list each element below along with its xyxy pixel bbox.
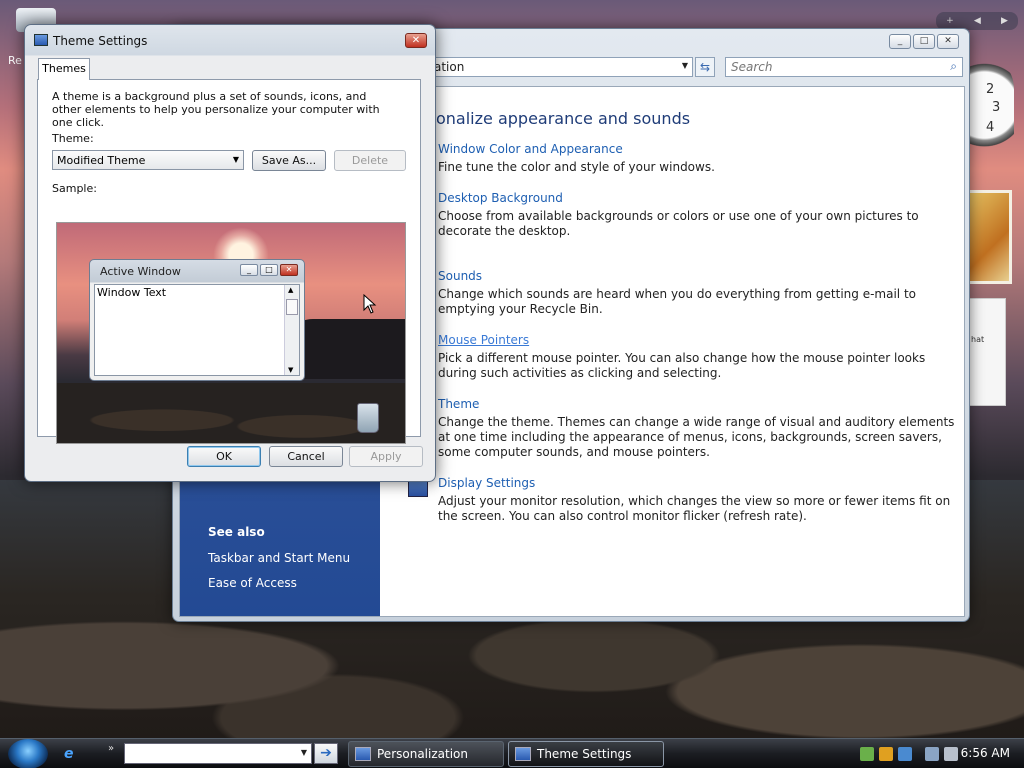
scroll-thumb bbox=[286, 299, 298, 315]
taskbar-button-label: Theme Settings bbox=[537, 747, 632, 761]
chevron-down-icon[interactable]: ▼ bbox=[682, 61, 688, 70]
clock-number: 4 bbox=[986, 120, 995, 135]
theme-select-value: Modified Theme bbox=[57, 154, 146, 167]
arrow-right-icon: ➔ bbox=[320, 745, 332, 761]
theme-sample-preview: Active Window _ □ ✕ Window Text ▲ ▼ bbox=[56, 222, 406, 444]
desktop-icon-label[interactable]: Re bbox=[8, 54, 22, 67]
task-desc: Fine tune the color and style of your wi… bbox=[438, 160, 715, 174]
refresh-icon: ⇆ bbox=[699, 60, 711, 74]
task-desktop-background: Desktop Background Choose from available… bbox=[438, 191, 958, 239]
theme-select[interactable]: Modified Theme ▼ bbox=[52, 150, 244, 170]
close-icon: ✕ bbox=[411, 35, 421, 46]
start-button[interactable] bbox=[8, 739, 48, 768]
active-window-preview: Active Window _ □ ✕ Window Text ▲ ▼ bbox=[89, 259, 305, 381]
clock-number: 3 bbox=[992, 100, 1001, 115]
task-desc: Change the theme. Themes can change a wi… bbox=[438, 415, 955, 459]
taskbar-button-theme-settings[interactable]: Theme Settings bbox=[508, 741, 664, 767]
theme-settings-icon bbox=[34, 34, 48, 46]
intro-text: A theme is a background plus a set of so… bbox=[52, 90, 380, 129]
close-button[interactable]: ✕ bbox=[405, 33, 427, 48]
sample-label: Sample: bbox=[52, 182, 97, 195]
address-text: ation bbox=[434, 60, 465, 74]
see-also-title: See also bbox=[208, 525, 265, 539]
task-display-settings: Display Settings Adjust your monitor res… bbox=[438, 476, 958, 524]
search-go-button[interactable]: ➔ bbox=[314, 743, 338, 764]
save-as-button[interactable]: Save As... bbox=[252, 150, 326, 171]
task-desc: Choose from available backgrounds or col… bbox=[438, 209, 919, 238]
task-link[interactable]: Sounds bbox=[438, 269, 958, 283]
page-title: onalize appearance and sounds bbox=[436, 109, 691, 128]
volume-icon[interactable] bbox=[944, 747, 958, 761]
search-placeholder: Search bbox=[731, 60, 773, 74]
personalization-icon bbox=[355, 747, 371, 761]
dialog-title: Theme Settings bbox=[53, 34, 148, 48]
delete-button[interactable]: Delete bbox=[334, 150, 406, 171]
search-box[interactable]: Search ⌕ bbox=[725, 57, 963, 77]
link-ease-of-access[interactable]: Ease of Access bbox=[208, 576, 297, 590]
chevron-down-icon[interactable]: ▼ bbox=[233, 155, 239, 164]
task-link[interactable]: Mouse Pointers bbox=[438, 333, 958, 347]
close-icon: ✕ bbox=[280, 264, 298, 276]
maximize-icon: □ bbox=[260, 264, 278, 276]
recycle-bin-icon bbox=[357, 403, 379, 433]
ok-button[interactable]: OK bbox=[187, 446, 261, 467]
refresh-button[interactable]: ⇆ bbox=[695, 57, 715, 77]
tray-icon[interactable] bbox=[860, 747, 874, 761]
chevron-down-icon[interactable]: ▼ bbox=[301, 748, 307, 757]
slideshow-gadget[interactable] bbox=[966, 190, 1012, 284]
themes-panel: A theme is a background plus a set of so… bbox=[37, 79, 421, 444]
taskbar-search-input[interactable]: ▼ bbox=[124, 743, 312, 764]
task-link[interactable]: Window Color and Appearance bbox=[438, 142, 958, 156]
task-theme: Theme Change the theme. Themes can chang… bbox=[438, 397, 958, 460]
quick-launch-chevron-icon[interactable]: » bbox=[108, 743, 114, 754]
window-text: Window Text bbox=[97, 286, 167, 299]
taskbar: e » ▼ ➔ Personalization Theme Settings 6… bbox=[0, 738, 1024, 768]
task-desc: Pick a different mouse pointer. You can … bbox=[438, 351, 926, 380]
task-mouse-pointers: Mouse Pointers Pick a different mouse po… bbox=[438, 333, 958, 381]
theme-settings-dialog[interactable]: Theme Settings ✕ Themes A theme is a bac… bbox=[24, 24, 436, 482]
minimize-button[interactable]: _ bbox=[889, 34, 911, 49]
scrollbar: ▲ ▼ bbox=[284, 285, 299, 375]
taskbar-button-personalization[interactable]: Personalization bbox=[348, 741, 504, 767]
window-caption-buttons: _ □ ✕ bbox=[889, 34, 959, 49]
minimize-icon: _ bbox=[240, 264, 258, 276]
cancel-button[interactable]: Cancel bbox=[269, 446, 343, 467]
clock-number: 2 bbox=[986, 82, 995, 97]
task-desc: Change which sounds are heard when you d… bbox=[438, 287, 916, 316]
preview-caption-buttons: _ □ ✕ bbox=[240, 264, 298, 276]
maximize-button[interactable]: □ bbox=[913, 34, 935, 49]
window-text-area: Window Text ▲ ▼ bbox=[94, 284, 300, 376]
taskbar-button-label: Personalization bbox=[377, 747, 468, 761]
tray-icon[interactable] bbox=[898, 747, 912, 761]
notes-gadget[interactable]: hat bbox=[966, 298, 1006, 406]
mouse-cursor-icon bbox=[363, 294, 377, 314]
scroll-up-icon: ▲ bbox=[288, 286, 294, 294]
task-link[interactable]: Desktop Background bbox=[438, 191, 958, 205]
theme-settings-icon bbox=[515, 747, 531, 761]
internet-explorer-icon[interactable]: e bbox=[64, 746, 82, 762]
active-window-title: Active Window bbox=[100, 265, 181, 278]
shore-graphic bbox=[57, 383, 405, 443]
task-link[interactable]: Theme bbox=[438, 397, 958, 411]
search-icon[interactable]: ⌕ bbox=[950, 59, 957, 74]
task-window-color: Window Color and Appearance Fine tune th… bbox=[438, 142, 958, 175]
close-button[interactable]: ✕ bbox=[937, 34, 959, 49]
apply-button[interactable]: Apply bbox=[349, 446, 423, 467]
task-desc: Adjust your monitor resolution, which ch… bbox=[438, 494, 951, 523]
task-sounds: Sounds Change which sounds are heard whe… bbox=[438, 269, 958, 317]
link-taskbar-and-start-menu[interactable]: Taskbar and Start Menu bbox=[208, 551, 350, 565]
task-link[interactable]: Display Settings bbox=[438, 476, 958, 490]
taskbar-clock[interactable]: 6:56 AM bbox=[961, 746, 1010, 760]
network-icon[interactable] bbox=[925, 747, 939, 761]
tab-themes[interactable]: Themes bbox=[38, 58, 90, 80]
security-shield-icon[interactable] bbox=[879, 747, 893, 761]
note-text: hat bbox=[971, 335, 985, 344]
scroll-down-icon: ▼ bbox=[288, 366, 294, 374]
theme-label: Theme: bbox=[52, 132, 94, 145]
